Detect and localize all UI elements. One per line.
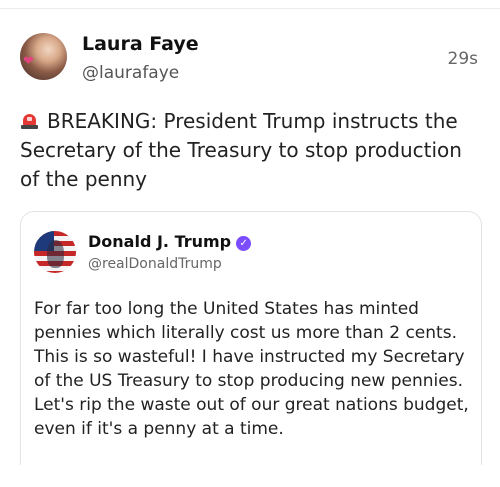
police-siren-icon <box>20 112 39 129</box>
quoted-author-name[interactable]: Donald J. Trump <box>88 232 231 251</box>
quoted-author-name-row: Donald J. Trump ✓ <box>88 232 252 251</box>
quoted-post-text: For far too long the United States has m… <box>34 299 469 439</box>
post-text: BREAKING: President Trump instructs the … <box>20 109 462 191</box>
author-handle[interactable]: @laurafaye <box>82 63 179 83</box>
author-name[interactable]: Laura Faye <box>82 33 199 55</box>
quoted-author-handle[interactable]: @realDonaldTrump <box>88 256 222 272</box>
quoted-post-card[interactable]: Donald J. Trump ✓ @realDonaldTrump For fa… <box>20 211 482 465</box>
verified-badge-icon: ✓ <box>236 236 252 251</box>
post-body: BREAKING: President Trump instructs the … <box>20 107 485 194</box>
post-timestamp[interactable]: 29s <box>448 49 479 69</box>
quoted-author-avatar[interactable] <box>34 231 76 273</box>
post-card: ❤ Laura Faye @laurafaye 29s BREAKING: Pr… <box>0 0 500 487</box>
author-avatar[interactable]: ❤ <box>20 33 67 80</box>
heart-icon: ❤ <box>23 54 34 69</box>
